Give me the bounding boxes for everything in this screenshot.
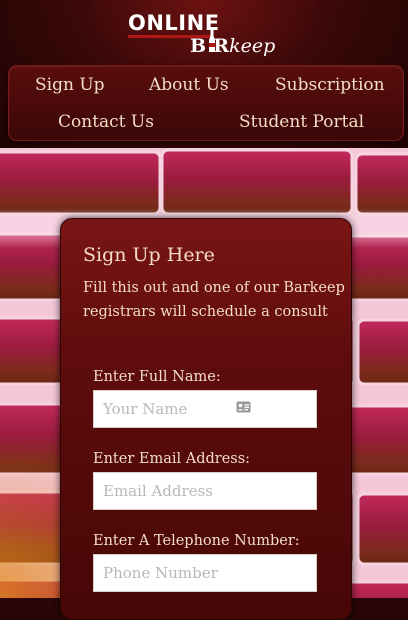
site-header: ONLINE BiRkeep Sign Up About Us Subscrip… <box>0 0 408 148</box>
logo-online-text: ONLINE <box>128 11 220 35</box>
contact-card-icon[interactable] <box>236 401 251 413</box>
form-description: Fill this out and one of our Barkeep reg… <box>83 280 345 320</box>
nav-student-portal[interactable]: Student Portal <box>239 112 364 132</box>
form-title: Sign Up Here <box>83 244 215 266</box>
nav-contact-us[interactable]: Contact Us <box>58 112 154 132</box>
logo-barkeep-text: BiRkeep <box>190 35 276 57</box>
bottle-icon <box>209 30 215 52</box>
email-label: Enter Email Address: <box>93 451 251 467</box>
site-logo[interactable]: ONLINE BiRkeep <box>128 10 288 60</box>
phone-label: Enter A Telephone Number: <box>93 533 300 549</box>
nav-signup[interactable]: Sign Up <box>35 75 105 95</box>
name-label: Enter Full Name: <box>93 369 221 385</box>
full-name-input[interactable] <box>93 390 317 428</box>
email-input[interactable] <box>93 472 317 510</box>
phone-input[interactable] <box>93 554 317 592</box>
signup-form-card: Sign Up Here Fill this out and one of ou… <box>60 218 352 620</box>
main-nav: Sign Up About Us Subscription Contact Us… <box>8 65 404 141</box>
nav-about-us[interactable]: About Us <box>149 75 229 95</box>
nav-subscription[interactable]: Subscription <box>275 75 385 95</box>
